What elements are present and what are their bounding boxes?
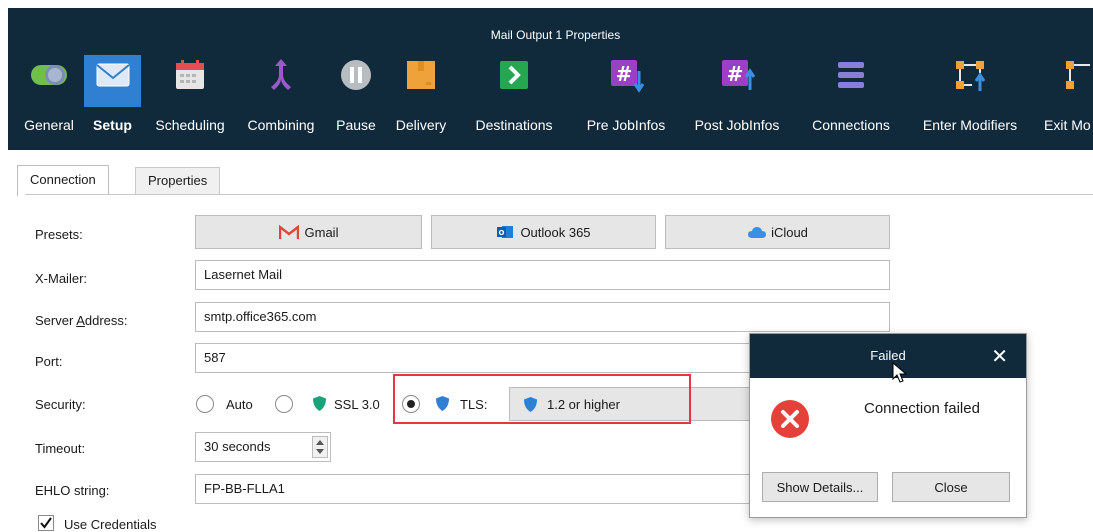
merge-arrow-icon <box>271 59 291 90</box>
toolbar-delivery[interactable]: Delivery <box>386 55 456 142</box>
security-auto-radio[interactable] <box>196 395 214 413</box>
server-address-label: Server Address: <box>35 313 128 328</box>
dialog-title: Failed <box>870 348 906 363</box>
toolbar-exit-modifiers[interactable]: Exit Mo <box>1036 55 1093 142</box>
toolbar-label: Connections <box>812 117 890 133</box>
preset-gmail-button[interactable]: Gmail <box>195 215 422 249</box>
hash-down-icon: # <box>611 60 645 93</box>
stack-icon <box>838 62 864 88</box>
cloud-icon <box>748 227 767 238</box>
svg-text:O: O <box>499 229 505 237</box>
tls-highlight-box <box>393 374 691 424</box>
toolbar-label: Enter Modifiers <box>922 117 1018 133</box>
xmailer-input[interactable]: Lasernet Mail <box>195 260 890 290</box>
toolbar-general[interactable]: General <box>14 55 84 142</box>
ehlo-label: EHLO string: <box>35 483 110 498</box>
toolbar-combining[interactable]: Combining <box>236 55 326 142</box>
toolbar-label: Pre JobInfos <box>586 117 666 133</box>
checkmark-icon <box>40 517 52 529</box>
toolbar-label: Setup <box>93 117 132 133</box>
tab-connection[interactable]: Connection <box>17 165 109 196</box>
svg-text:#: # <box>727 62 744 86</box>
server-address-input[interactable]: smtp.office365.com <box>195 302 890 332</box>
failed-dialog: Failed ✕ Connection failed Show Details.… <box>749 333 1027 518</box>
calendar-icon <box>176 60 204 89</box>
use-credentials-checkbox[interactable] <box>38 515 54 531</box>
timeout-label: Timeout: <box>35 441 86 456</box>
security-ssl-radio[interactable] <box>275 395 293 413</box>
window-title: Mail Output 1 Properties <box>490 28 621 42</box>
toolbar-label: Post JobInfos <box>694 117 780 133</box>
toolbar-post-jobinfos[interactable]: # Post JobInfos <box>684 55 790 142</box>
toolbar-pause[interactable]: Pause <box>328 55 384 142</box>
preset-label: Outlook 365 <box>520 224 591 240</box>
svg-text:#: # <box>616 62 633 86</box>
dialog-message: Connection failed <box>864 400 980 417</box>
presets-label: Presets: <box>35 227 83 242</box>
dialog-close-button[interactable]: Close <box>892 472 1010 502</box>
toggle-icon <box>31 65 67 85</box>
security-label: Security: <box>35 397 86 412</box>
timeout-spinbox[interactable]: 30 seconds <box>195 432 331 462</box>
preset-label: iCloud <box>771 224 808 240</box>
exit-modifier-icon <box>1066 61 1090 89</box>
tab-properties[interactable]: Properties <box>135 167 221 194</box>
security-auto-label: Auto <box>226 397 253 412</box>
preset-label: Gmail <box>304 224 339 240</box>
label-part: ddress: <box>84 313 128 328</box>
show-details-button[interactable]: Show Details... <box>762 472 878 502</box>
error-icon <box>771 400 809 438</box>
spin-arrows-icon <box>316 440 324 454</box>
toolbar-pre-jobinfos[interactable]: # Pre JobInfos <box>574 55 678 142</box>
port-label: Port: <box>35 354 63 369</box>
preset-icloud-button[interactable]: iCloud <box>665 215 890 249</box>
ehlo-input[interactable]: FP-BB-FLLA1 <box>195 474 755 504</box>
toolbar-label: Destinations <box>475 117 553 133</box>
toolbar-scheduling[interactable]: Scheduling <box>147 55 233 142</box>
toolbar-label: Combining <box>247 117 315 133</box>
toolbar-setup[interactable]: Setup <box>84 55 141 142</box>
toolbar-label: Pause <box>336 117 376 133</box>
outlook-icon: O <box>497 226 514 238</box>
package-icon <box>407 61 435 89</box>
enter-modifier-icon <box>956 61 986 91</box>
timeout-value: 30 seconds <box>204 439 271 454</box>
xmailer-label: X-Mailer: <box>35 271 88 286</box>
mouse-cursor-icon <box>892 362 908 383</box>
label-accelerator: A <box>76 313 85 328</box>
arrow-right-icon <box>500 61 528 89</box>
toolbar-enter-modifiers[interactable]: Enter Modifiers <box>908 55 1032 142</box>
tab-label: Connection <box>30 172 96 187</box>
label-part: Server <box>35 313 77 328</box>
gmail-icon <box>278 224 299 239</box>
toolbar-label: Exit Mo <box>1044 117 1091 133</box>
toolbar-destinations[interactable]: Destinations <box>466 55 562 142</box>
toolbar-connections[interactable]: Connections <box>800 55 902 142</box>
use-credentials-label: Use Credentials <box>64 517 157 532</box>
shield-icon <box>313 396 326 411</box>
hash-up-icon: # <box>722 60 756 90</box>
close-icon[interactable]: ✕ <box>991 344 1008 369</box>
tab-label: Properties <box>148 173 208 188</box>
spin-buttons[interactable] <box>312 436 328 458</box>
envelope-icon <box>95 63 130 87</box>
toolbar-label: Scheduling <box>155 117 225 133</box>
toolbar-label: General <box>24 117 74 133</box>
dialog-titlebar: Failed ✕ <box>750 334 1026 378</box>
security-ssl-label: SSL 3.0 <box>334 397 380 412</box>
port-input[interactable]: 587 <box>195 343 755 373</box>
pause-icon <box>341 60 371 90</box>
preset-outlook-button[interactable]: O Outlook 365 <box>431 215 656 249</box>
toolbar-label: Delivery <box>395 117 447 133</box>
